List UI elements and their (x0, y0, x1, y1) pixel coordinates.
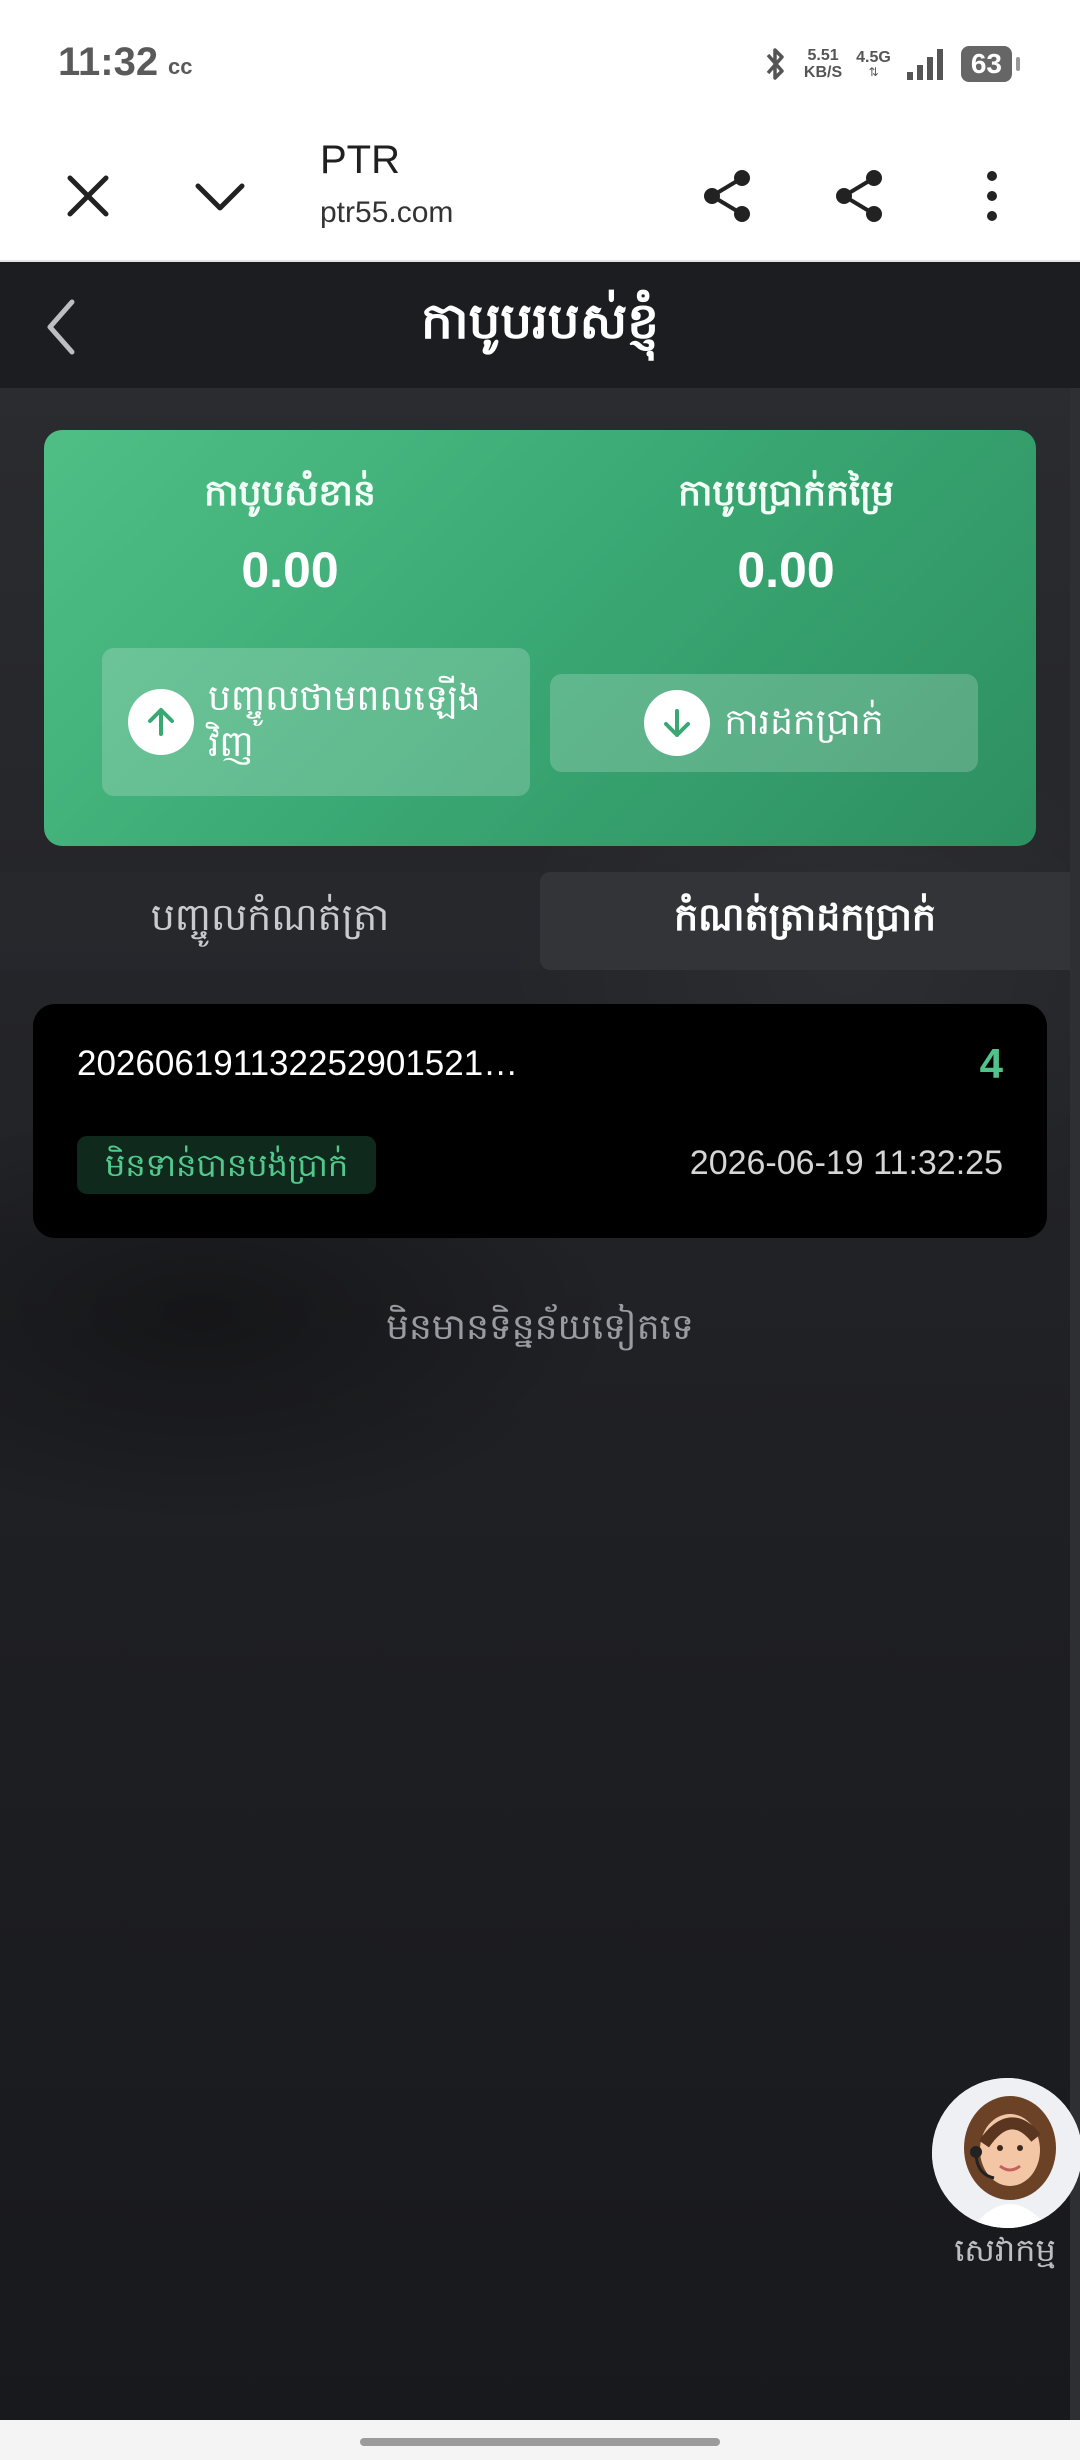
customer-service-button[interactable]: សេវាកម្ម (930, 2078, 1080, 2277)
main-wallet-label: កាបូបសំខាន់ (204, 473, 376, 514)
chevron-down-icon[interactable] (190, 166, 250, 226)
share-icon[interactable] (698, 166, 758, 226)
battery-tip (1016, 57, 1020, 71)
status-bar: 11:32 cc 5.51 KB/S 4.5G ⇅ 63 (0, 0, 1080, 130)
record-time: 2026-06-19 11:32:25 (689, 1144, 1003, 1182)
network-speed: 5.51 KB/S (803, 47, 843, 81)
tab-deposit-records[interactable]: បញ្ចូលកំណត់ត្រា (0, 872, 540, 970)
battery-indicator: 63 (960, 46, 1012, 82)
share-icon-2[interactable] (830, 166, 890, 226)
recharge-label: បញ្ចូលថាមពលឡើងវិញ (208, 678, 481, 765)
close-icon[interactable] (58, 166, 118, 226)
main-wallet: កាបូបសំខាន់ 0.00 (80, 470, 500, 599)
agent-avatar-icon (932, 2078, 1080, 2228)
service-label: សេវាកម្ម (954, 2231, 1056, 2269)
wallet-card: កាបូបសំខាន់ 0.00 កាបូបប្រាក់កម្រៃ 0.00 ប… (44, 430, 1036, 846)
no-more-data-text: មិនមានទិន្នន័យទៀតទេ (386, 1307, 694, 1348)
status-icons: 5.51 KB/S 4.5G ⇅ 63 (762, 44, 1020, 84)
status-badge: មិនទាន់បានបង់ប្រាក់ (77, 1136, 377, 1194)
more-menu-icon[interactable] (962, 166, 1022, 226)
recharge-button[interactable]: បញ្ចូលថាមពលឡើងវិញ (102, 648, 530, 796)
record-amount: 4 (979, 1040, 1003, 1087)
withdraw-label: ការដកប្រាក់ (724, 702, 884, 743)
withdraw-button[interactable]: ការដកប្រាក់ (550, 674, 978, 772)
signal-icon (906, 49, 943, 80)
page-title: កាបូបរបស់ខ្ញុំ (420, 292, 660, 350)
record-card[interactable]: 20260619113225290152​1… 4 មិនទាន់បានបង់ប… (33, 1004, 1047, 1238)
arrow-up-icon (128, 689, 194, 755)
page-header: កាបូបរបស់ខ្ញុំ (0, 264, 1080, 388)
network-type: 4.5G ⇅ (856, 49, 891, 79)
commission-wallet: កាបូបប្រាក់កម្រៃ 0.00 (576, 470, 996, 599)
caption-indicator: cc (168, 54, 193, 79)
main-wallet-value: 0.00 (241, 542, 339, 598)
commission-wallet-value: 0.00 (737, 542, 835, 598)
page-content: កាបូបរបស់ខ្ញុំ កាបូបសំខាន់ 0.00 កាបូបប្រ… (0, 264, 1080, 2420)
bluetooth-icon (766, 48, 784, 80)
status-time: 11:32 (58, 40, 159, 84)
record-id: 20260619113225290152​1… (77, 1044, 519, 1083)
system-nav-bar (0, 2420, 1080, 2460)
site-url[interactable]: ptr55.com (320, 196, 453, 230)
browser-toolbar: PTR ptr55.com (0, 130, 1080, 262)
tab-withdraw-records[interactable]: កំណត់ត្រាដកប្រាក់ (540, 872, 1070, 970)
home-gesture-handle[interactable] (360, 2438, 720, 2446)
service-avatar (932, 2078, 1080, 2228)
arrow-down-icon (644, 690, 711, 756)
site-title: PTR (320, 138, 400, 182)
commission-wallet-label: កាបូបប្រាក់កម្រៃ (678, 473, 894, 514)
